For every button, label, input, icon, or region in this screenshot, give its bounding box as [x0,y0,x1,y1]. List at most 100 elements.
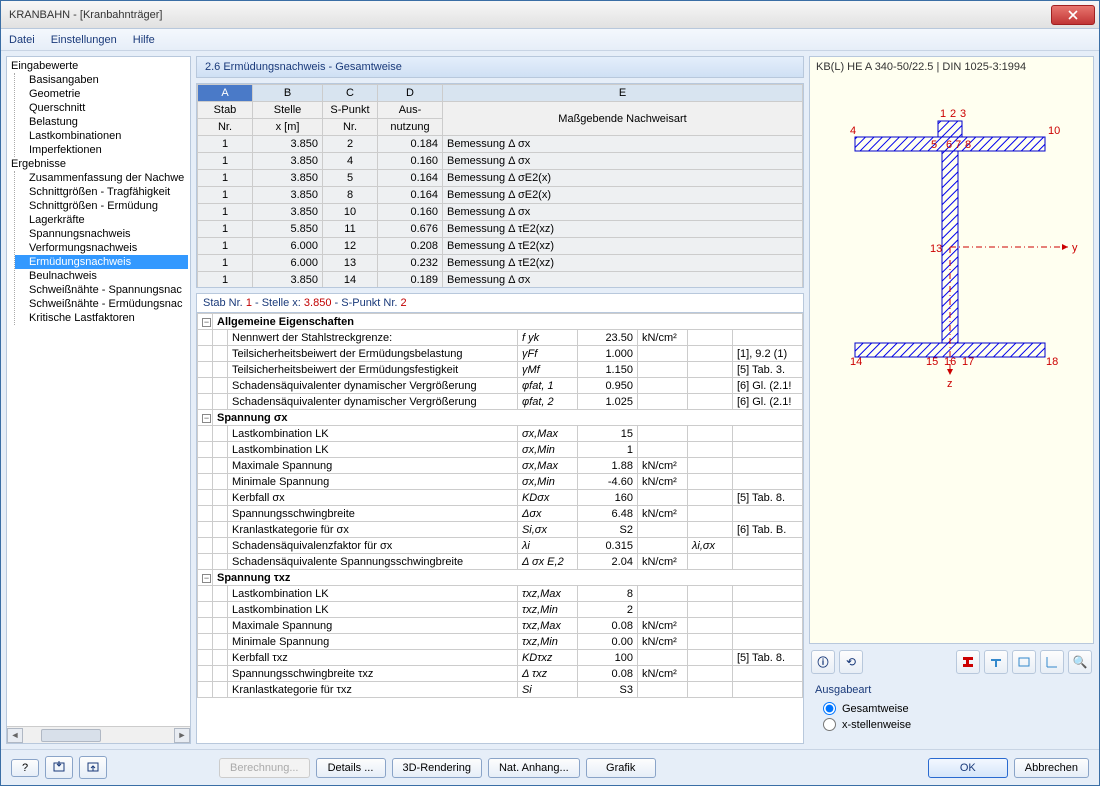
calc-button: Berechnung... [219,758,310,778]
nat-button[interactable]: Nat. Anhang... [488,758,580,778]
close-button[interactable] [1051,5,1095,25]
detail-row[interactable]: Teilsicherheitsbeiwert der Ermüdungsbela… [198,346,803,362]
tree-item[interactable]: Schweißnähte - Spannungsnac [15,283,188,297]
table-row[interactable]: 13.850140.189Bemessung Δ σx [198,272,803,289]
detail-row[interactable]: Schadensäquivalenter dynamischer Vergröß… [198,394,803,410]
window-title: KRANBAHN - [Kranbahnträger] [9,9,1051,21]
detail-row[interactable]: Kranlastkategorie für τxzSiS3 [198,682,803,698]
col-a[interactable]: A [198,85,253,102]
view1-button[interactable] [956,650,980,674]
tree-item[interactable]: Schnittgrößen - Ermüdung [15,199,188,213]
tree-item[interactable]: Kritische Lastfaktoren [15,311,188,325]
tree-item[interactable]: Querschnitt [15,101,188,115]
tree-item[interactable]: Schweißnähte - Ermüdungsnac [15,297,188,311]
table-row[interactable]: 13.85080.164Bemessung Δ σE2(x) [198,187,803,204]
export2-button[interactable] [79,756,107,779]
output-title: Ausgabeart [815,684,1088,696]
detail-row[interactable]: Kerbfall σxKDσx160[5] Tab. 8. [198,490,803,506]
detail-row[interactable]: Lastkombination LKτxz,Min2 [198,602,803,618]
table-row[interactable]: 13.85020.184Bemessung Δ σx [198,136,803,153]
legend-button[interactable]: ⟲ [839,650,863,674]
view4-button[interactable] [1040,650,1064,674]
tree-item[interactable]: Zusammenfassung der Nachwe [15,171,188,185]
col-b[interactable]: B [253,85,323,102]
tree-root-ergebnisse[interactable]: Ergebnisse [9,157,188,171]
table-row[interactable]: 13.85050.164Bemessung Δ σE2(x) [198,170,803,187]
content: Eingabewerte Basisangaben Geometrie Quer… [1,51,1099,749]
scroll-right-arrow[interactable]: ► [174,728,190,743]
th: S-Punkt [323,102,378,119]
detail-row[interactable]: Schadensäquivalente Spannungsschwingbrei… [198,554,803,570]
table-row[interactable]: 13.85040.160Bemessung Δ σx [198,153,803,170]
view2-button[interactable] [984,650,1008,674]
help-button[interactable]: ? [11,759,39,777]
zoom-button[interactable]: 🔍 [1068,650,1092,674]
detail-row[interactable]: Schadensäquivalenzfaktor für σxλi0.315λi… [198,538,803,554]
col-d[interactable]: D [378,85,443,102]
detail-row[interactable]: Minimale Spannungτxz,Min0.00kN/cm² [198,634,803,650]
radio-gesamt[interactable] [823,702,836,715]
detail-row[interactable]: Kerbfall τxzKDτxz100[5] Tab. 8. [198,650,803,666]
menu-hilfe[interactable]: Hilfe [133,34,155,46]
tree-item[interactable]: Belastung [15,115,188,129]
render-button[interactable]: 3D-Rendering [392,758,482,778]
section-title: 2.6 Ermüdungsnachweis - Gesamtweise [196,56,804,78]
info-button[interactable]: ⓘ [811,650,835,674]
detail-row[interactable]: Minimale Spannungσx,Min-4.60kN/cm² [198,474,803,490]
tree-item[interactable]: Geometrie [15,87,188,101]
tree-root-eingabe[interactable]: Eingabewerte [9,59,188,73]
output-options: Ausgabeart Gesamtweise x-stellenweise [809,680,1094,744]
menu-einstellungen[interactable]: Einstellungen [51,34,117,46]
view3-button[interactable] [1012,650,1036,674]
th: Stelle [253,102,323,119]
col-e[interactable]: E [443,85,803,102]
detail-row[interactable]: Maximale Spannungσx,Max1.88kN/cm² [198,458,803,474]
opt-xstellen[interactable]: x-stellenweise [823,718,1088,731]
tree-item[interactable]: Spannungsnachweis [15,227,188,241]
th: Aus- [378,102,443,119]
col-c[interactable]: C [323,85,378,102]
detail-row[interactable]: SpannungsschwingbreiteΔσx6.48kN/cm² [198,506,803,522]
tree-item[interactable]: Beulnachweis [15,269,188,283]
menu-datei[interactable]: Datei [9,34,35,46]
detail-row[interactable]: Lastkombination LKσx,Min1 [198,442,803,458]
detail-row[interactable]: Kranlastkategorie für σxSi,σxS2[6] Tab. … [198,522,803,538]
cancel-button[interactable]: Abbrechen [1014,758,1089,778]
svg-text:15: 15 [926,356,938,368]
svg-text:5: 5 [931,139,937,151]
ok-button[interactable]: OK [928,758,1008,778]
table-row[interactable]: 15.850110.676Bemessung Δ τE2(xz) [198,221,803,238]
scroll-thumb[interactable] [41,729,101,742]
tree-item[interactable]: Schnittgrößen - Tragfähigkeit [15,185,188,199]
diagram-toolbar: ⓘ ⟲ 🔍 [809,648,1094,676]
table-row[interactable]: 16.000120.208Bemessung Δ τE2(xz) [198,238,803,255]
detail-row[interactable]: Spannungsschwingbreite τxzΔ τxz0.08kN/cm… [198,666,803,682]
th: Nr. [198,119,253,136]
detail-row[interactable]: Teilsicherheitsbeiwert der Ermüdungsfest… [198,362,803,378]
opt-gesamt[interactable]: Gesamtweise [823,702,1088,715]
menubar: Datei Einstellungen Hilfe [1,29,1099,51]
tree-item-selected[interactable]: Ermüdungsnachweis [15,255,188,269]
tree-item[interactable]: Basisangaben [15,73,188,87]
detail-row[interactable]: Maximale Spannungτxz,Max0.08kN/cm² [198,618,803,634]
grafik-button[interactable]: Grafik [586,758,656,778]
table-row[interactable]: 16.000130.232Bemessung Δ τE2(xz) [198,255,803,272]
titlebar: KRANBAHN - [Kranbahnträger] [1,1,1099,29]
detail-row[interactable]: Schadensäquivalenter dynamischer Vergröß… [198,378,803,394]
radio-xstellen[interactable] [823,718,836,731]
details-button[interactable]: Details ... [316,758,386,778]
tree-item[interactable]: Imperfektionen [15,143,188,157]
tree-item[interactable]: Lastkombinationen [15,129,188,143]
export1-button[interactable] [45,756,73,779]
detail-row[interactable]: Nennwert der Stahlstreckgrenze:f yk23.50… [198,330,803,346]
tree-item[interactable]: Lagerkräfte [15,213,188,227]
detail-row[interactable]: Lastkombination LKσx,Max15 [198,426,803,442]
detail-row[interactable]: Lastkombination LKτxz,Max8 [198,586,803,602]
right-panel: KB(L) HE A 340-50/22.5 | DIN 1025-3:1994… [809,56,1094,744]
tree-item[interactable]: Verformungsnachweis [15,241,188,255]
table-row[interactable]: 13.850100.160Bemessung Δ σx [198,204,803,221]
footer: ? Berechnung... Details ... 3D-Rendering… [1,749,1099,785]
app-window: KRANBAHN - [Kranbahnträger] Datei Einste… [0,0,1100,786]
th: Maßgebende Nachweisart [443,102,803,136]
scroll-left-arrow[interactable]: ◄ [7,728,23,743]
